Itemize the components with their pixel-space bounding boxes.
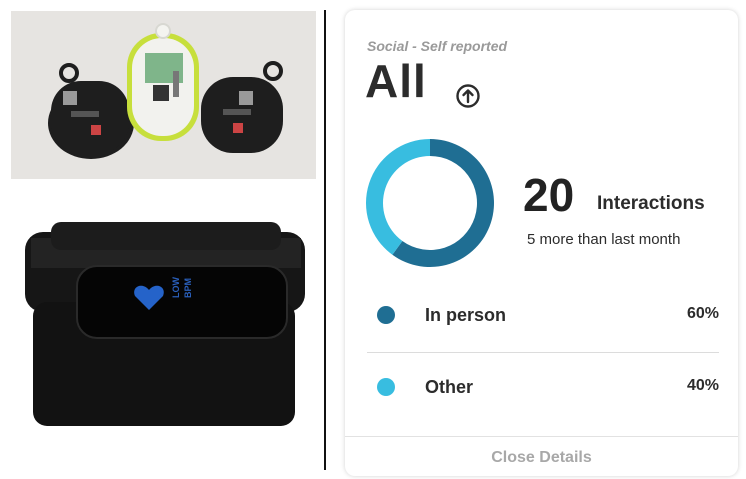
legend-separator [367, 352, 719, 353]
vertical-divider [324, 10, 326, 470]
tag-devices-photo [11, 11, 316, 179]
card-title: All [365, 55, 427, 107]
interaction-count-label: Interactions [597, 193, 705, 214]
legend-dot-in-person [377, 306, 395, 324]
band-screen-text-low: LOW [171, 277, 181, 298]
donut-slice-other [366, 139, 430, 255]
legend-item-other: Other 40% [367, 372, 719, 402]
card-subtitle: Social - Self reported [367, 38, 508, 54]
wristband-photo: LOW BPM [11, 206, 316, 446]
monthly-comparison: 5 more than last month [527, 231, 681, 248]
interactions-donut-chart [366, 139, 494, 267]
tag-devices-illustration [11, 11, 316, 179]
legend-label: Other [425, 377, 474, 397]
wristband-illustration: LOW BPM [11, 206, 316, 446]
legend-item-in-person: In person 60% [367, 300, 719, 330]
band-screen-text-bpm: BPM [183, 278, 193, 298]
interaction-count: 20 [523, 169, 575, 221]
social-details-card: Social - Self reported All 20 Interactio… [345, 10, 738, 476]
legend-percent: 60% [686, 305, 719, 322]
legend-label: In person [425, 305, 507, 325]
close-details-button[interactable]: Close Details [345, 437, 738, 476]
legend-percent: 40% [686, 377, 719, 394]
legend-dot-other [377, 378, 395, 396]
arrow-up-circle-icon[interactable] [455, 83, 481, 109]
